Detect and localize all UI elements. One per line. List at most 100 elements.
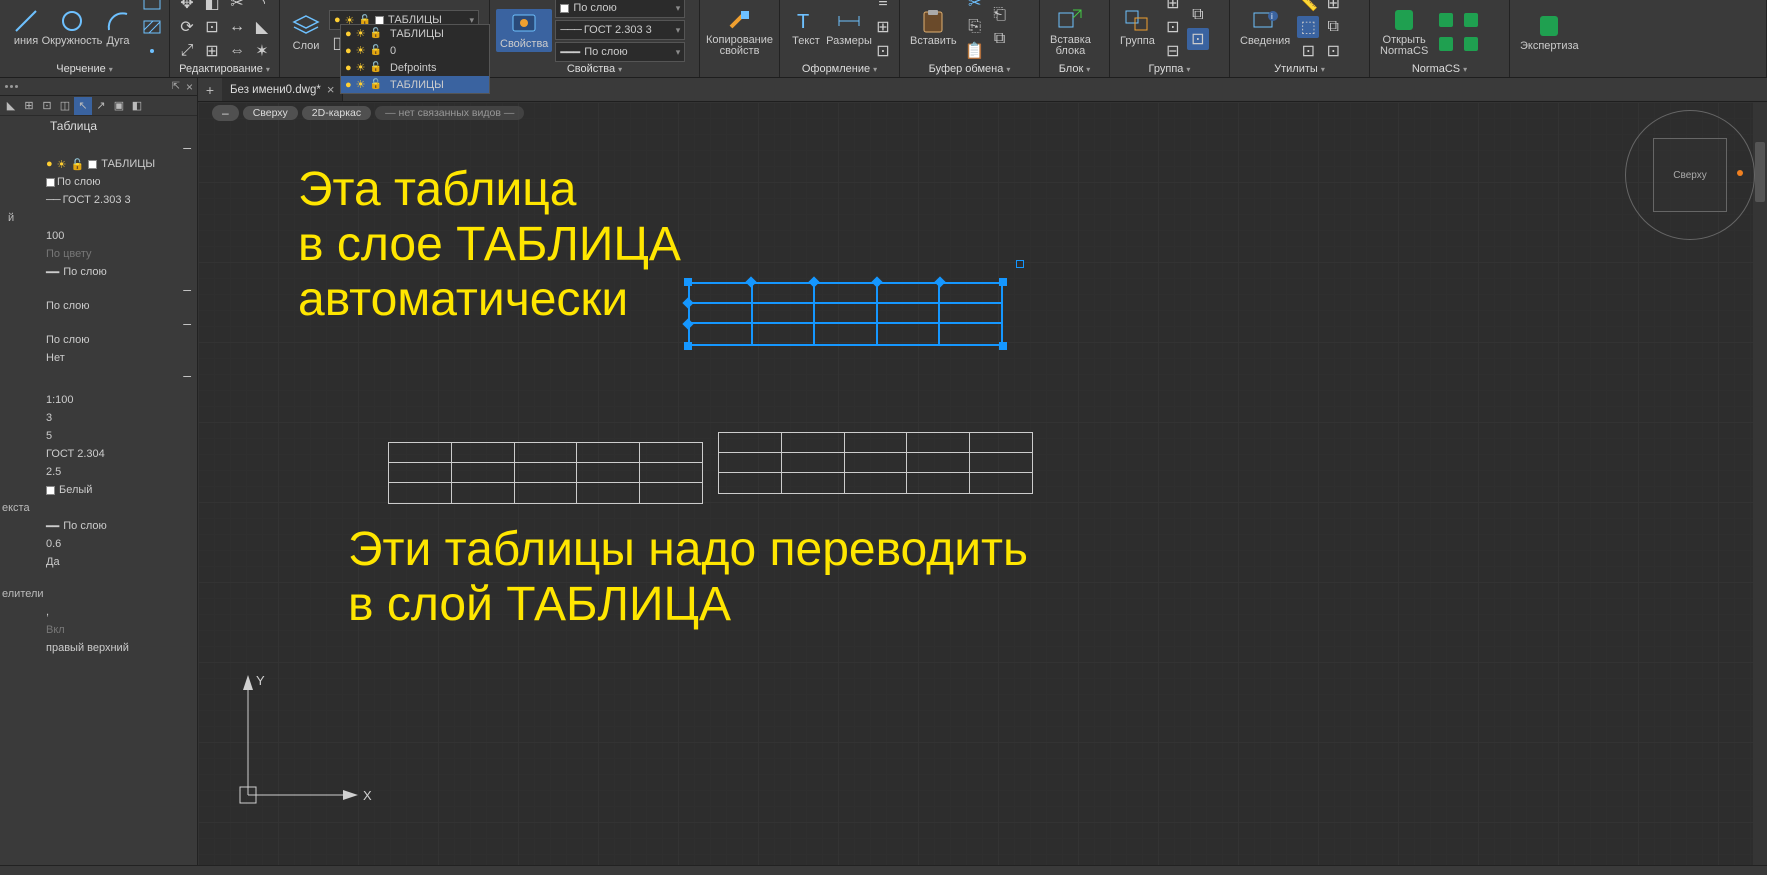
cmd-arc[interactable]: Дуга bbox=[98, 6, 138, 49]
grp-2[interactable]: ⊡ bbox=[1162, 16, 1184, 38]
layer-item[interactable]: ●☀🔓0 bbox=[341, 42, 489, 59]
cmd-expertise[interactable]: Экспертиза bbox=[1516, 11, 1583, 54]
color-bylayer-dd[interactable]: По слою▾ bbox=[555, 0, 685, 18]
grip[interactable] bbox=[684, 342, 692, 350]
prop-val[interactable]: 0.6 bbox=[0, 535, 197, 553]
prop-font[interactable]: ГОСТ 2.304 bbox=[0, 445, 197, 463]
prop-lw[interactable]: ━━По слою bbox=[0, 263, 197, 281]
prop-val[interactable]: 2.5 bbox=[0, 463, 197, 481]
fmt-1[interactable]: ≡ bbox=[872, 0, 894, 14]
grip-ghost[interactable] bbox=[1016, 260, 1024, 268]
prop-none[interactable]: Нет bbox=[0, 349, 197, 367]
filter-8[interactable]: ◧ bbox=[128, 97, 146, 115]
new-tab-button[interactable]: + bbox=[198, 78, 222, 101]
section-toggle[interactable]: – bbox=[0, 281, 197, 297]
prop-val[interactable]: 3 bbox=[0, 409, 197, 427]
cmd-text[interactable]: T Текст bbox=[786, 6, 826, 49]
util-select[interactable]: ⬚ bbox=[1297, 16, 1319, 38]
prop-sep[interactable]: , bbox=[0, 603, 197, 621]
layer-item[interactable]: ●☀🔓ТАБЛИЦЫ bbox=[341, 25, 489, 42]
layer-item[interactable]: ●☀🔓Defpoints bbox=[341, 59, 489, 76]
cmd-paste[interactable]: Вставить bbox=[906, 6, 961, 49]
util-6[interactable]: ⊡ bbox=[1322, 40, 1344, 62]
cmd-mirror[interactable]: ◧ bbox=[201, 0, 223, 14]
close-icon[interactable]: × bbox=[186, 80, 193, 94]
fmt-3[interactable]: ⊡ bbox=[872, 40, 894, 62]
cmd-blockinsert[interactable]: Вставка блока bbox=[1046, 5, 1095, 59]
nc-4[interactable] bbox=[1460, 33, 1482, 55]
cmd-scale[interactable]: ⤢ bbox=[176, 40, 198, 62]
cmd-circle[interactable]: Окружность bbox=[49, 6, 95, 49]
cmd-move[interactable]: ✥ bbox=[176, 0, 198, 14]
table-2[interactable] bbox=[718, 432, 1033, 494]
util-4[interactable]: ⊞ bbox=[1322, 0, 1344, 14]
viewcube[interactable]: Сверху bbox=[1625, 110, 1755, 240]
cmd-array[interactable]: ⊞ bbox=[201, 40, 223, 62]
panel-header[interactable]: ⇱ × bbox=[0, 78, 197, 96]
document-tab[interactable]: Без имени0.dwg* × bbox=[222, 78, 343, 101]
view-name[interactable]: Сверху bbox=[243, 106, 298, 120]
util-5[interactable]: ⧉ bbox=[1322, 16, 1344, 38]
visual-style[interactable]: 2D-каркас bbox=[302, 106, 371, 120]
filter-7[interactable]: ▣ bbox=[110, 97, 128, 115]
table-1[interactable] bbox=[388, 442, 703, 504]
prop-scale-ind[interactable]: 100 bbox=[0, 227, 197, 245]
nc-2[interactable] bbox=[1435, 33, 1457, 55]
nc-1[interactable] bbox=[1435, 9, 1457, 31]
filter-4[interactable]: ◫ bbox=[56, 97, 74, 115]
filter-5[interactable]: ↖ bbox=[74, 97, 92, 115]
prop-bylayer[interactable]: По слою bbox=[0, 297, 197, 315]
cmd-extend[interactable]: ↔ bbox=[226, 16, 248, 38]
filter-3[interactable]: ⊡ bbox=[38, 97, 56, 115]
grp-4[interactable]: ⧉ bbox=[1187, 4, 1209, 26]
cmd-rect[interactable] bbox=[141, 0, 163, 14]
pin-icon[interactable]: ⇱ bbox=[172, 81, 180, 92]
cmd-fillet[interactable]: ◝ bbox=[251, 0, 273, 14]
cmd-pastegroup[interactable]: ⧉ bbox=[989, 28, 1011, 50]
util-measure[interactable]: 📏 bbox=[1297, 0, 1319, 14]
util-3[interactable]: ⊡ bbox=[1297, 40, 1319, 62]
cmd-paste2[interactable]: 📋 bbox=[964, 40, 986, 62]
grip[interactable] bbox=[684, 278, 692, 286]
grip[interactable] bbox=[999, 278, 1007, 286]
cmd-cut[interactable]: ✂ bbox=[964, 0, 986, 14]
drawing-canvas[interactable]: Эта таблица в слое ТАБЛИЦА автоматически… bbox=[198, 102, 1767, 865]
vertical-scrollbar[interactable] bbox=[1753, 102, 1767, 865]
viewcube-face[interactable]: Сверху bbox=[1673, 170, 1706, 181]
grp-5[interactable]: ⊡ bbox=[1187, 28, 1209, 50]
cmd-matchprop[interactable]: Копирование свойств bbox=[706, 5, 773, 59]
layer-item-selected[interactable]: ●☀🔓ТАБЛИЦЫ bbox=[341, 76, 489, 93]
grp-3[interactable]: ⊟ bbox=[1162, 40, 1184, 62]
cmd-dims[interactable]: Размеры bbox=[829, 6, 869, 49]
cmd-stretch[interactable]: ⇔ bbox=[226, 40, 248, 62]
prop-pos[interactable]: правый верхний bbox=[0, 639, 197, 657]
cmd-group[interactable]: Группа bbox=[1116, 6, 1159, 49]
scrollbar-thumb[interactable] bbox=[1755, 142, 1765, 202]
prop-bylayer[interactable]: По слою bbox=[0, 331, 197, 349]
cmd-point[interactable] bbox=[141, 40, 163, 62]
cmd-hatch[interactable] bbox=[141, 16, 163, 38]
prop-layer[interactable]: ●☀🔓ТАБЛИЦЫ bbox=[0, 155, 197, 173]
section-toggle[interactable]: – bbox=[0, 315, 197, 331]
cmd-pastespecial[interactable]: ⎗ bbox=[989, 4, 1011, 26]
prop-color-bylayer[interactable]: По слою bbox=[0, 173, 197, 191]
prop-lw[interactable]: ━━По слою bbox=[0, 517, 197, 535]
cmd-line[interactable]: иния bbox=[6, 6, 46, 49]
section-toggle[interactable]: – bbox=[0, 367, 197, 383]
cmd-info[interactable]: i Сведения bbox=[1236, 6, 1294, 49]
filter-6[interactable]: ↗ bbox=[92, 97, 110, 115]
close-tab-icon[interactable]: × bbox=[327, 82, 335, 97]
prop-val[interactable]: 5 bbox=[0, 427, 197, 445]
cmd-properties[interactable]: Свойства bbox=[496, 9, 552, 52]
nc-3[interactable] bbox=[1460, 9, 1482, 31]
prop-yes[interactable]: Да bbox=[0, 553, 197, 571]
view-minus[interactable]: – bbox=[212, 105, 239, 121]
cmd-normacs-open[interactable]: Открыть NormaCS bbox=[1376, 5, 1432, 59]
cmd-offset[interactable]: ⊡ bbox=[201, 16, 223, 38]
grip[interactable] bbox=[999, 342, 1007, 350]
cmd-explode[interactable]: ✶ bbox=[251, 40, 273, 62]
table-selected[interactable] bbox=[688, 282, 1003, 346]
filter-2[interactable]: ⊞ bbox=[20, 97, 38, 115]
cmd-layers[interactable]: Слои bbox=[286, 11, 326, 54]
prop-color[interactable]: Белый bbox=[0, 481, 197, 499]
